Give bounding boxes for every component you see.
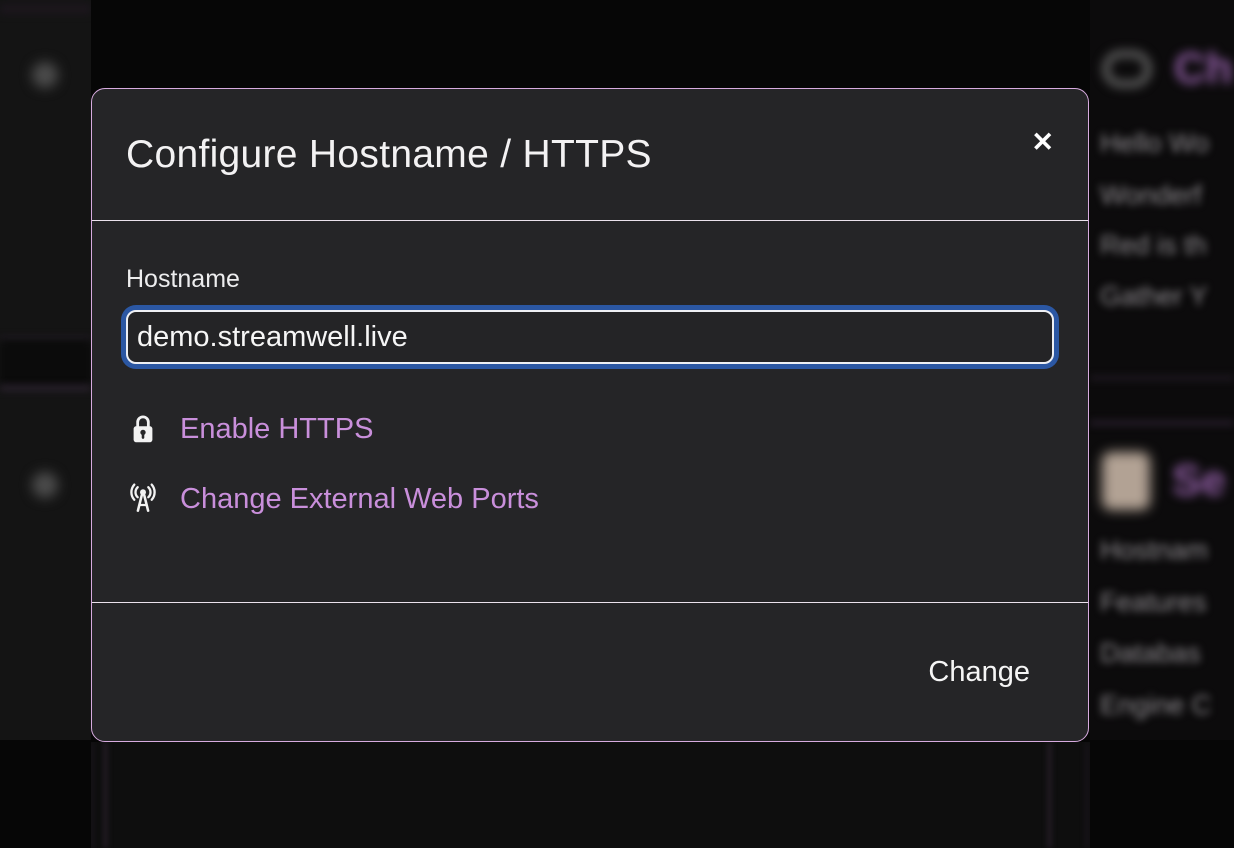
dialog-header: Configure Hostname / HTTPS ✕	[92, 89, 1088, 221]
background-text-line: Gather Y	[1100, 281, 1208, 312]
enable-https-link[interactable]: Enable HTTPS	[126, 412, 1054, 446]
database-icon	[1102, 452, 1150, 510]
background-text-line: Hello Wo	[1100, 128, 1209, 159]
background-vertical-line	[1048, 742, 1051, 848]
close-icon[interactable]: ✕	[1031, 129, 1054, 156]
background-text-line: Engine C	[1100, 690, 1211, 721]
background-left-strip	[0, 0, 91, 740]
change-button[interactable]: Change	[928, 656, 1030, 689]
background-text-line: Wonderf	[1100, 180, 1202, 211]
background-card-heading: Ch	[1174, 44, 1233, 94]
background-divider-line	[1090, 421, 1234, 425]
background-vertical-line	[1086, 742, 1088, 848]
background-card-heading: Se	[1172, 456, 1226, 506]
background-server-card: Se	[1090, 452, 1234, 510]
background-dot-icon	[32, 472, 58, 498]
change-external-web-ports-label: Change External Web Ports	[180, 483, 539, 516]
background-right-strip: Ch Hello Wo Wonderf Red is th Gather Y S…	[1090, 0, 1234, 740]
background-chat-card: Ch	[1090, 44, 1234, 94]
hostname-label: Hostname	[126, 265, 1054, 294]
lock-icon	[126, 413, 160, 445]
background-bottom-strip	[91, 742, 1090, 848]
background-divider-line	[0, 4, 91, 14]
dialog-title: Configure Hostname / HTTPS	[126, 133, 652, 177]
background-vertical-line	[104, 742, 107, 848]
broadcast-tower-icon	[126, 482, 160, 516]
dialog-footer: Change	[92, 603, 1088, 741]
dialog-links: Enable HTTPS Change External Web Ports	[126, 412, 1054, 516]
background-divider-line	[0, 386, 91, 390]
configure-hostname-dialog: Configure Hostname / HTTPS ✕ Hostname En…	[91, 88, 1089, 742]
background-divider-line	[1090, 376, 1234, 380]
background-dark-band	[0, 340, 91, 386]
background-text-line: Databas	[1100, 638, 1201, 669]
enable-https-label: Enable HTTPS	[180, 413, 373, 446]
disc-icon	[1102, 50, 1152, 88]
hostname-input[interactable]	[126, 310, 1054, 364]
dialog-body: Hostname Enable HTTPS	[92, 221, 1088, 603]
background-vertical-line	[91, 742, 93, 848]
background-dot-icon	[32, 62, 58, 88]
background-text-line: Hostnam	[1100, 535, 1208, 566]
background-text-line: Features	[1100, 587, 1207, 618]
background-text-line: Red is th	[1100, 230, 1207, 261]
change-external-web-ports-link[interactable]: Change External Web Ports	[126, 482, 1054, 516]
